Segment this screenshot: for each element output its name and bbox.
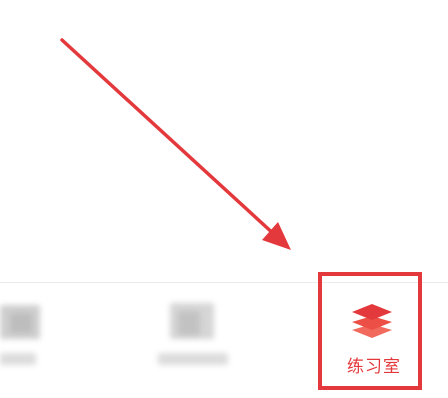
obscured-tab-icon-detail <box>178 311 200 335</box>
tab-obscured-1[interactable] <box>0 283 80 398</box>
annotation-highlight-box <box>318 272 422 390</box>
tab-obscured-2[interactable] <box>150 283 240 398</box>
obscured-tab-label <box>158 353 228 365</box>
obscured-tab-label <box>0 353 36 365</box>
obscured-tab-icon-detail <box>10 313 32 333</box>
screenshot-stage: 练习室 <box>0 0 448 398</box>
